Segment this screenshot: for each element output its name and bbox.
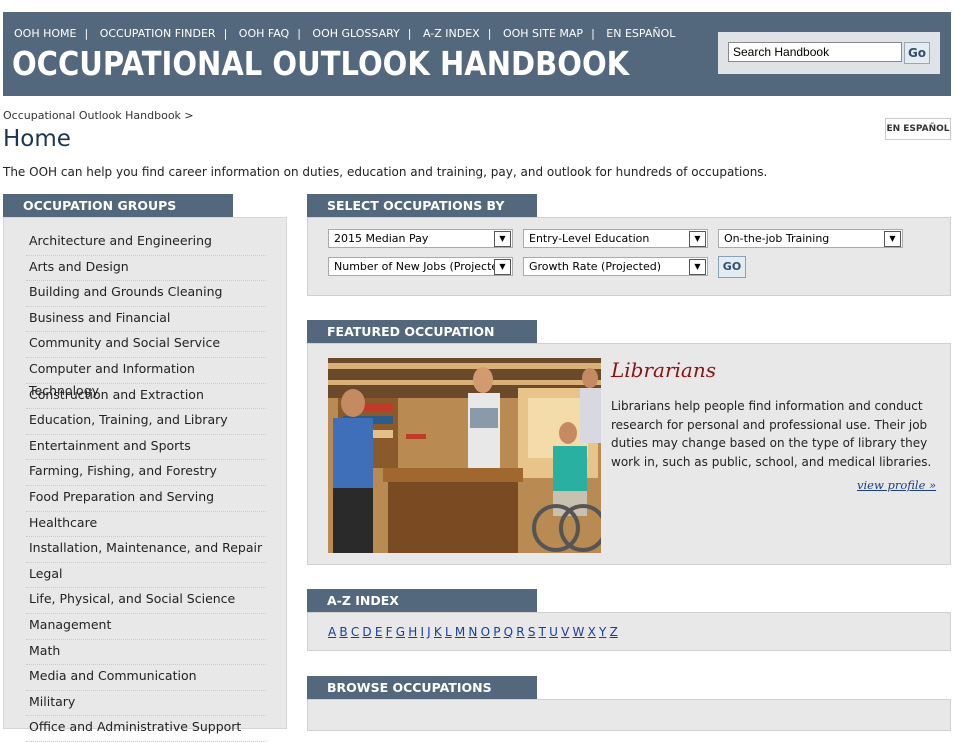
select-value: 2015 Median Pay (334, 232, 429, 245)
breadcrumb[interactable]: Occupational Outlook Handbook > (3, 109, 194, 122)
nav-ooh-home[interactable]: OOH HOME (14, 27, 76, 40)
az-letter-link[interactable]: P (493, 625, 500, 639)
chevron-down-icon: ▼ (689, 231, 706, 247)
group-item[interactable]: Building and Grounds Cleaning (26, 281, 266, 307)
az-letter-link[interactable]: T (539, 625, 546, 639)
library-scene-image (328, 358, 601, 553)
select-value: Number of New Jobs (Projected) (334, 260, 510, 273)
az-letter-link[interactable]: B (339, 625, 347, 639)
en-espanol-button[interactable]: EN ESPAÑOL (885, 118, 951, 140)
new-jobs-select[interactable]: Number of New Jobs (Projected) ▼ (328, 257, 513, 276)
group-item[interactable]: Legal (26, 563, 266, 589)
featured-occupation-heading: FEATURED OCCUPATION (307, 320, 537, 343)
select-value: Entry-Level Education (529, 232, 650, 245)
nav-ooh-glossary[interactable]: OOH GLOSSARY (312, 27, 399, 40)
search-input[interactable]: Search Handbook (728, 42, 902, 62)
select-value: On-the-job Training (724, 232, 830, 245)
az-letter-link[interactable]: H (408, 625, 417, 639)
featured-occupation-description: Librarians help people find information … (611, 399, 932, 469)
group-item[interactable]: Computer and Information Technology (26, 358, 266, 398)
az-letter-link[interactable]: V (561, 625, 569, 639)
az-letter-link[interactable]: W (573, 625, 585, 639)
az-letter-link[interactable]: E (375, 625, 383, 639)
az-letter-link[interactable]: F (386, 625, 393, 639)
entry-level-education-select[interactable]: Entry-Level Education ▼ (523, 229, 708, 248)
az-letter-link[interactable]: G (396, 625, 405, 639)
group-item[interactable]: Arts and Design (26, 256, 266, 282)
group-item[interactable]: Business and Financial (26, 307, 266, 333)
group-item[interactable]: Installation, Maintenance, and Repair (26, 537, 266, 563)
az-letter-link[interactable]: X (588, 625, 596, 639)
chevron-down-icon: ▼ (884, 231, 901, 247)
az-letter-link[interactable]: Y (599, 625, 606, 639)
nav-separator: | (223, 27, 228, 40)
az-letter-link[interactable]: M (455, 625, 465, 639)
az-letter-link[interactable]: L (445, 625, 452, 639)
search-go-button[interactable]: Go (904, 42, 930, 64)
az-letter-link[interactable]: I (420, 625, 424, 639)
view-profile-link[interactable]: view profile » (857, 478, 936, 492)
select-go-button[interactable]: GO (718, 256, 746, 278)
group-item[interactable]: Healthcare (26, 512, 266, 538)
featured-occupation-title[interactable]: Librarians (611, 358, 716, 382)
group-item[interactable]: Life, Physical, and Social Science (26, 588, 266, 614)
nav-separator: | (297, 27, 301, 40)
az-letter-link[interactable]: K (434, 625, 442, 639)
browse-occupations-heading: BROWSE OCCUPATIONS (307, 676, 537, 699)
chevron-down-icon: ▼ (494, 259, 511, 275)
az-letter-link[interactable]: S (528, 625, 536, 639)
nav-ooh-faq[interactable]: OOH FAQ (239, 27, 289, 40)
group-item[interactable]: Math (26, 640, 266, 666)
az-letter-link[interactable]: J (427, 625, 431, 639)
nav-occupation-finder[interactable]: OCCUPATION FINDER (100, 27, 216, 40)
nav-separator: | (84, 27, 89, 40)
group-item[interactable]: Food Preparation and Serving (26, 486, 266, 512)
nav-separator: | (487, 27, 492, 40)
az-letter-link[interactable]: Q (504, 625, 513, 639)
group-item[interactable]: Management (26, 614, 266, 640)
chevron-down-icon: ▼ (494, 231, 511, 247)
az-letter-link[interactable]: C (351, 625, 359, 639)
a-z-letter-links: ABCDEFGHIJKLMNOPQRSTUVWXYZ (328, 625, 621, 639)
group-item[interactable]: Construction and Extraction (26, 384, 266, 410)
browse-occupations-panel (307, 699, 951, 731)
a-z-index-heading: A-Z INDEX (307, 589, 537, 612)
page-title: Home (3, 126, 71, 152)
group-item[interactable]: Media and Communication (26, 665, 266, 691)
growth-rate-select[interactable]: Growth Rate (Projected) ▼ (523, 257, 708, 276)
az-letter-link[interactable]: N (468, 625, 477, 639)
on-the-job-training-select[interactable]: On-the-job Training ▼ (718, 229, 903, 248)
az-letter-link[interactable]: D (362, 625, 371, 639)
az-letter-link[interactable]: O (481, 625, 490, 639)
librarians-photo[interactable] (328, 358, 601, 553)
top-nav: OOH HOME | OCCUPATION FINDER | OOH FAQ | OO… (14, 27, 675, 40)
occupation-groups-heading: OCCUPATION GROUPS (3, 194, 233, 217)
chevron-down-icon: ▼ (689, 259, 706, 275)
occupation-groups-panel: Architecture and Engineering Arts and De… (3, 217, 287, 742)
group-item[interactable]: Education, Training, and Library (26, 409, 266, 435)
group-item[interactable]: Farming, Fishing, and Forestry (26, 460, 266, 486)
nav-separator: | (591, 27, 595, 40)
select-occupations-heading: SELECT OCCUPATIONS BY (307, 194, 537, 217)
site-title[interactable]: OCCUPATIONAL OUTLOOK HANDBOOK (12, 44, 629, 83)
occupation-groups-list: Architecture and Engineering Arts and De… (26, 230, 266, 742)
az-letter-link[interactable]: Z (610, 625, 618, 639)
median-pay-select[interactable]: 2015 Median Pay ▼ (328, 229, 513, 248)
select-value: Growth Rate (Projected) (529, 260, 661, 273)
nav-separator: | (407, 27, 412, 40)
group-item[interactable]: Community and Social Service (26, 332, 266, 358)
group-item[interactable]: Military (26, 691, 266, 717)
group-item[interactable]: Entertainment and Sports (26, 435, 266, 461)
group-item[interactable]: Architecture and Engineering (26, 230, 266, 256)
nav-ooh-site-map[interactable]: OOH SITE MAP (503, 27, 583, 40)
search-area: Search Handbook Go (718, 32, 940, 74)
az-letter-link[interactable]: U (549, 625, 558, 639)
intro-text: The OOH can help you find career informa… (3, 165, 768, 179)
nav-en-espanol[interactable]: EN ESPAÑOL (606, 27, 675, 40)
nav-a-z-index[interactable]: A-Z INDEX (423, 27, 480, 40)
az-letter-link[interactable]: A (328, 625, 336, 639)
group-item[interactable]: Office and Administrative Support (26, 716, 266, 742)
az-letter-link[interactable]: R (516, 625, 524, 639)
